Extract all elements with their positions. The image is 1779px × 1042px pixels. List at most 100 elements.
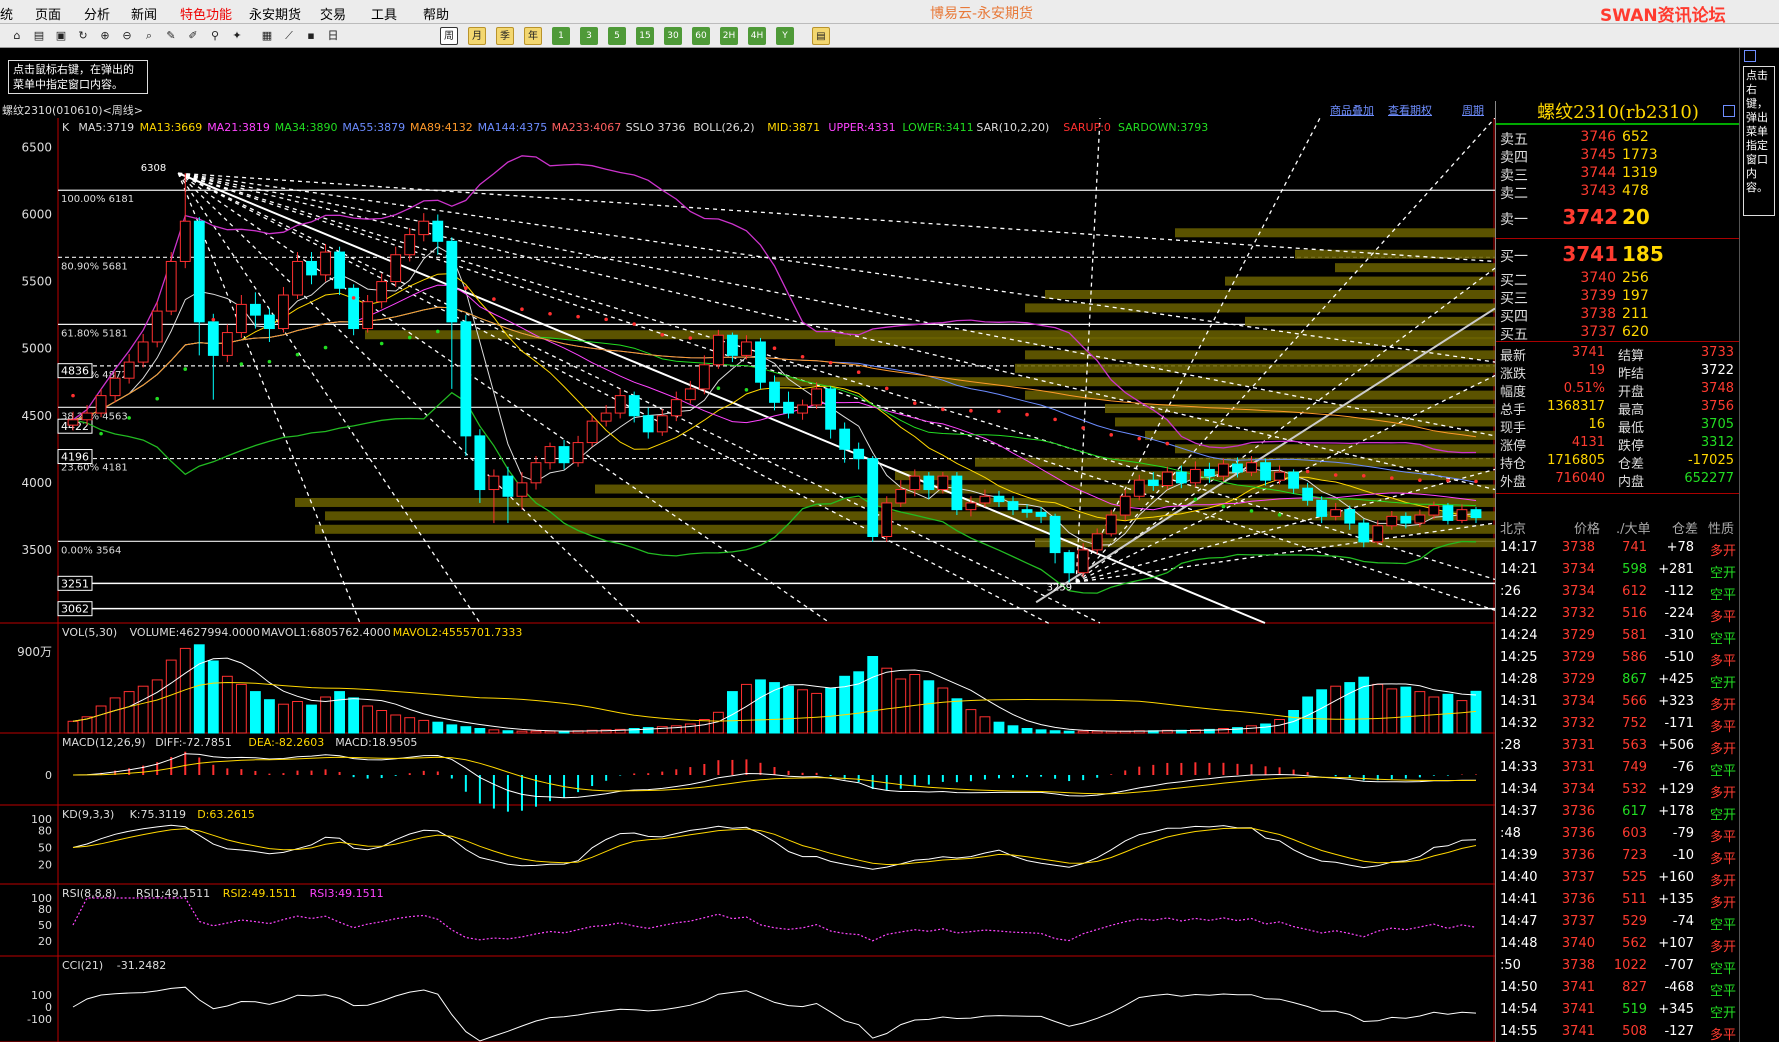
home-icon[interactable]: ⌂ — [8, 27, 26, 45]
brush-icon[interactable]: ✐ — [184, 27, 202, 45]
menu-item-4[interactable]: 特色功能 — [180, 4, 232, 23]
period-button-11[interactable]: 4H — [748, 27, 766, 45]
menu-item-1[interactable]: 页面 — [35, 4, 61, 23]
new-icon[interactable]: ✦ — [228, 27, 246, 45]
menu-item-7[interactable]: 工具 — [371, 4, 397, 23]
price-tag: 4196 — [61, 451, 89, 464]
volume-bar — [95, 705, 107, 734]
tick-nt: 多平 — [1709, 830, 1736, 845]
period-button-3[interactable]: 年 — [524, 27, 542, 45]
menu-item-6[interactable]: 交易 — [320, 4, 346, 23]
period-button-6[interactable]: 5 — [608, 27, 626, 45]
legend-rsi-2: RSI2:49.1511 — [223, 887, 297, 900]
volume-bar — [404, 717, 416, 734]
zoom-out-icon[interactable]: ⊖ — [118, 27, 136, 45]
period-button-12[interactable]: Y — [776, 27, 794, 45]
candle-body — [432, 220, 444, 242]
menu-item-8[interactable]: 帮助 — [423, 4, 449, 23]
volume-bar — [320, 696, 331, 734]
volume-profile-bar — [1025, 390, 1495, 400]
order-p: 3741 — [1562, 242, 1618, 266]
price-axis-label: 6500 — [21, 140, 52, 154]
tick-dl: -310 — [1664, 628, 1694, 643]
tick-icon[interactable]: ▪ — [302, 27, 320, 45]
tick-t: 14:22 — [1500, 606, 1538, 621]
candle-body — [1105, 514, 1117, 535]
side-panel-icon[interactable] — [1744, 50, 1756, 62]
kline-chart[interactable]: 6500 6000 5500 5000 4500 4000 3500 100.00% 6181… — [0, 118, 1495, 1042]
calendar-icon[interactable]: ▤ — [812, 27, 830, 45]
candle-body — [684, 388, 696, 401]
period-button-5[interactable]: 3 — [580, 27, 598, 45]
period-button-10[interactable]: 2H — [720, 27, 738, 45]
tick-t: 14:17 — [1500, 540, 1538, 555]
tick-row: 14:22 3732 516 -224 多平 — [1496, 603, 1740, 625]
candle-body — [839, 428, 851, 450]
tick-t: 14:21 — [1500, 562, 1538, 577]
tick-dl: -76 — [1672, 760, 1694, 775]
sar-dot — [492, 297, 496, 301]
tick-row: 14:40 3737 525 +160 多开 — [1496, 867, 1740, 889]
menu-item-2[interactable]: 分析 — [84, 4, 110, 23]
period-link[interactable]: 周期 — [1462, 102, 1484, 118]
volume-profile-bar — [1105, 404, 1495, 414]
panel-toggle-icon[interactable] — [1723, 105, 1735, 117]
chart-header: 螺纹2310(010610)<周线> 商品叠加 查看期权 — [0, 101, 1495, 119]
legend-macd-1: DIFF:-72.7851 — [155, 736, 232, 749]
candle-body — [404, 234, 416, 256]
volume-bar — [109, 697, 121, 734]
sar-dot — [1333, 473, 1338, 477]
volume-bar — [235, 683, 247, 734]
sar-dot — [1418, 478, 1422, 482]
price-tag: 4836 — [61, 365, 89, 378]
search-icon[interactable]: ⌕ — [140, 27, 158, 45]
candle-body — [1232, 463, 1243, 473]
sar-dot — [969, 408, 973, 413]
candle-body — [137, 341, 149, 363]
tick-row: 14:34 3734 532 +129 多开 — [1496, 779, 1740, 801]
period-button-7[interactable]: 15 — [636, 27, 654, 45]
tick-t: 14:50 — [1500, 980, 1538, 995]
candle-body — [390, 254, 402, 283]
overlay-commodity-link[interactable]: 商品叠加 — [1330, 102, 1374, 118]
zoom-in-icon[interactable]: ⊕ — [96, 27, 114, 45]
card-icon[interactable]: ▣ — [52, 27, 70, 45]
period-button-1[interactable]: 月 — [468, 27, 486, 45]
refresh-icon[interactable]: ↻ — [74, 27, 92, 45]
folder-icon[interactable]: ▤ — [30, 27, 48, 45]
quote-v2: -17025 — [1687, 453, 1734, 468]
menu-item-0[interactable]: 统 — [0, 4, 13, 23]
period-button-9[interactable]: 60 — [692, 27, 710, 45]
legend-kd-1: K:75.3119 — [130, 808, 186, 821]
view-options-link[interactable]: 查看期权 — [1388, 102, 1432, 118]
pin-icon[interactable]: ⚲ — [206, 27, 224, 45]
candle-body — [193, 220, 205, 323]
table-icon[interactable]: ▦ — [258, 27, 276, 45]
period-button-4[interactable]: 1 — [552, 27, 570, 45]
period-button-2[interactable]: 季 — [496, 27, 514, 45]
candle-body — [1372, 525, 1384, 543]
pen-icon[interactable]: ✎ — [162, 27, 180, 45]
tick-sz: 612 — [1622, 584, 1647, 599]
candle-body — [937, 475, 949, 491]
line-chart-icon[interactable]: ⟋ — [280, 27, 298, 45]
tick-nt: 多平 — [1709, 654, 1736, 669]
tick-dl: +425 — [1658, 672, 1694, 687]
tick-header: 北京 价格 ./大单 仓差 性质 — [1496, 516, 1740, 537]
volume-bar — [825, 687, 837, 734]
volume-bar — [1007, 725, 1019, 734]
sar-dot — [351, 296, 356, 300]
period-button-0[interactable]: 周 — [440, 27, 458, 45]
menu-item-5[interactable]: 永安期货 — [249, 4, 301, 23]
sar-dot — [604, 317, 608, 322]
tick-dl: -707 — [1664, 958, 1694, 973]
volume-profile-bar — [1175, 228, 1495, 238]
candle-body — [1316, 499, 1328, 517]
price-axis-label: 6000 — [21, 208, 52, 222]
candle-body — [446, 240, 458, 323]
period-button-8[interactable]: 30 — [664, 27, 682, 45]
day-icon[interactable]: 日 — [324, 27, 342, 45]
menu-item-3[interactable]: 新闻 — [131, 4, 157, 23]
legend-ma_line-3: MA21:3819 — [207, 121, 270, 134]
sar-dot — [941, 407, 945, 412]
